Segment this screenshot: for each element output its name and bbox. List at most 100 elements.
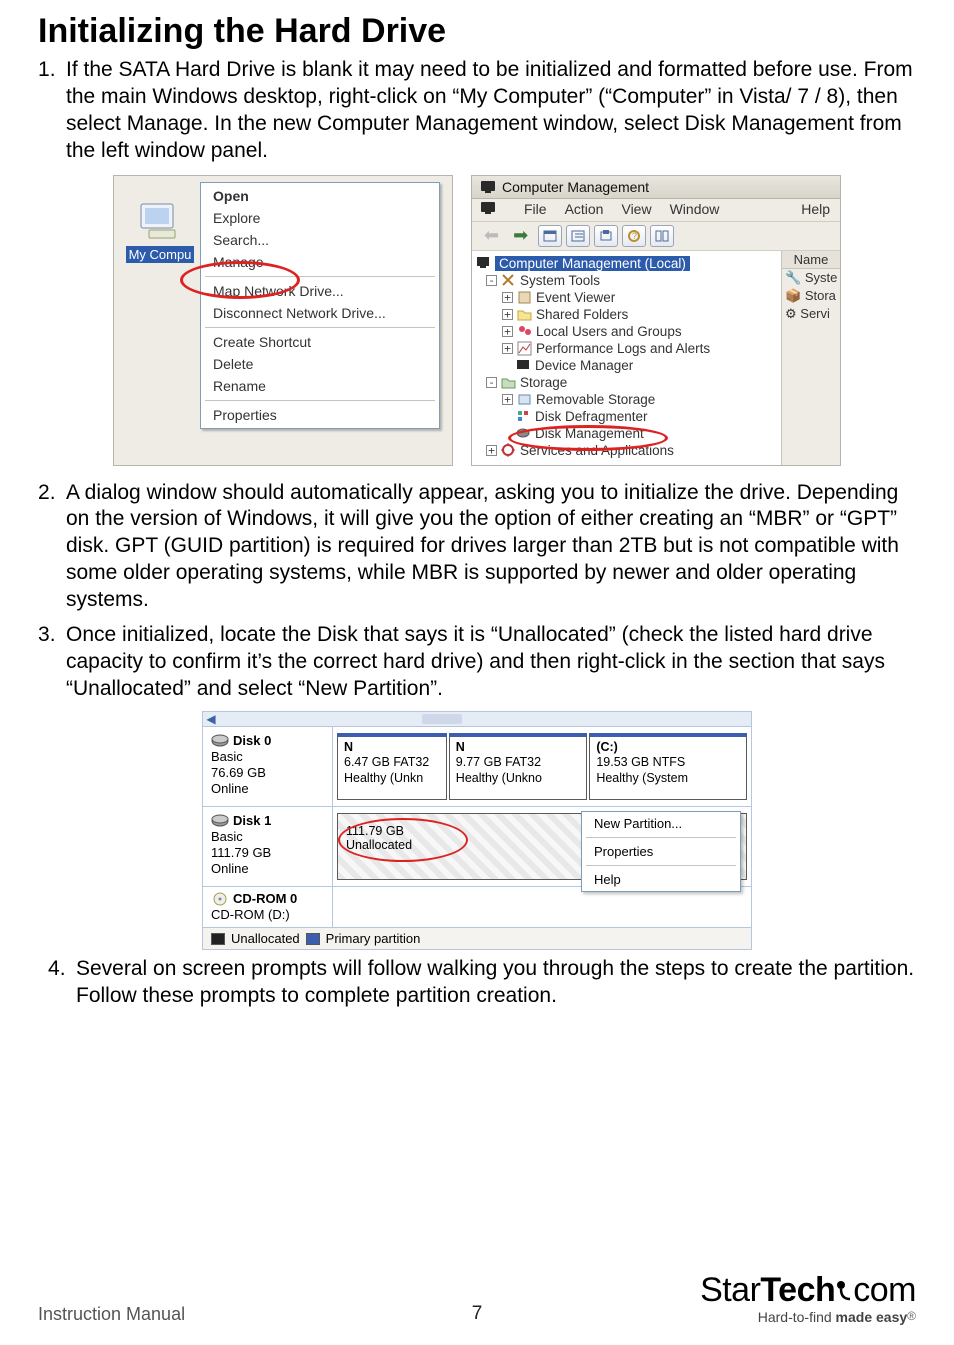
disk-row: Disk 0 Basic 76.69 GB Online N 6.47 GB F… [203, 727, 751, 807]
ctx-manage[interactable]: Manage [203, 251, 437, 273]
defrag-icon [516, 409, 531, 424]
collapse-icon[interactable]: - [486, 275, 497, 286]
page-number: 7 [472, 1303, 483, 1325]
toolbar-button[interactable] [538, 225, 562, 247]
tree-system-tools[interactable]: System Tools [520, 273, 600, 288]
volume-status: Healthy (System [596, 771, 740, 787]
ctx-explore[interactable]: Explore [203, 207, 437, 229]
collapse-icon[interactable]: - [486, 377, 497, 388]
forward-arrow-icon[interactable]: ➡ [507, 225, 534, 246]
ctx-disconnect-drive[interactable]: Disconnect Network Drive... [203, 302, 437, 324]
toolbar-button[interactable] [566, 225, 590, 247]
menu-help[interactable]: Help [801, 201, 830, 217]
menu-action[interactable]: Action [565, 201, 604, 217]
scroll-thumb[interactable] [422, 714, 462, 724]
ctx-map-drive[interactable]: Map Network Drive... [203, 280, 437, 302]
tree-performance[interactable]: Performance Logs and Alerts [536, 341, 710, 356]
tree-services[interactable]: Services and Applications [520, 443, 674, 458]
list-item[interactable]: ⚙ Servi [782, 305, 840, 323]
users-icon [517, 324, 532, 339]
back-arrow-icon[interactable]: ⬅ [480, 225, 503, 246]
expand-icon[interactable]: + [486, 445, 497, 456]
page-title: Initializing the Hard Drive [38, 12, 916, 51]
logo-part1: Star [700, 1271, 760, 1309]
svg-text:?: ? [632, 231, 637, 241]
toolbar-button[interactable]: ? [622, 225, 646, 247]
ctx-separator [586, 837, 736, 838]
ctx-separator [205, 276, 435, 277]
list-item[interactable]: 🔧 Syste [782, 269, 840, 287]
tagline-2: made easy [836, 1309, 908, 1325]
expand-icon[interactable]: + [502, 326, 513, 337]
tree-disk-management[interactable]: Disk Management [535, 426, 644, 441]
services-icon [501, 443, 516, 458]
toolbar-button[interactable] [650, 225, 674, 247]
tree-panel: Computer Management (Local) - System Tool… [472, 251, 782, 465]
computer-management-window: Computer Management File Action View Win… [471, 175, 841, 466]
expand-icon[interactable]: + [502, 343, 513, 354]
expand-icon[interactable]: + [502, 394, 513, 405]
ctx-new-partition[interactable]: New Partition... [582, 812, 740, 835]
tree-local-users[interactable]: Local Users and Groups [536, 324, 682, 339]
menu-window[interactable]: Window [670, 201, 720, 217]
legend: Unallocated Primary partition [202, 928, 752, 950]
monitor-icon [480, 201, 496, 215]
logo-dot-icon [835, 1277, 853, 1303]
list-item[interactable]: 📦 Stora [782, 287, 840, 305]
tree-shared-folders[interactable]: Shared Folders [536, 307, 628, 322]
menu-view[interactable]: View [621, 201, 651, 217]
legend-swatch-unallocated [211, 933, 225, 945]
volume-size: 6.47 GB FAT32 [344, 755, 440, 771]
scroll-left-icon[interactable]: ◀ [203, 712, 219, 726]
logo-part3: com [853, 1271, 916, 1309]
ctx-create-shortcut[interactable]: Create Shortcut [203, 331, 437, 353]
ctx-search[interactable]: Search... [203, 229, 437, 251]
volume[interactable]: (C:) 19.53 GB NTFS Healthy (System [589, 733, 747, 800]
storage-icon [501, 375, 516, 390]
ctx-help[interactable]: Help [582, 868, 740, 891]
tree-event-viewer[interactable]: Event Viewer [536, 290, 615, 305]
ctx-separator [205, 400, 435, 401]
manual-label: Instruction Manual [38, 1304, 185, 1325]
volume[interactable]: N 6.47 GB FAT32 Healthy (Unkn [337, 733, 447, 800]
disk1-status: Online [211, 861, 324, 877]
volume[interactable]: N 9.77 GB FAT32 Healthy (Unkno [449, 733, 588, 800]
toolbar-button[interactable] [594, 225, 618, 247]
folder-icon [517, 307, 532, 322]
ctx-properties[interactable]: Properties [203, 404, 437, 426]
step-4: Several on screen prompts will follow wa… [48, 956, 916, 1010]
volume-size: 9.77 GB FAT32 [456, 755, 581, 771]
tree-storage[interactable]: Storage [520, 375, 567, 390]
legend-primary: Primary partition [326, 931, 421, 946]
menu-file[interactable]: File [524, 201, 547, 217]
disk1-name: Disk 1 [211, 813, 324, 829]
removable-icon [517, 392, 532, 407]
tree-disk-defragmenter[interactable]: Disk Defragmenter [535, 409, 648, 424]
expand-icon[interactable]: + [502, 309, 513, 320]
steps-list: If the SATA Hard Drive is blank it may n… [38, 57, 916, 165]
ctx-properties[interactable]: Properties [582, 840, 740, 863]
window-title: Computer Management [502, 179, 649, 195]
horizontal-scrollbar[interactable]: ◀ [202, 711, 752, 727]
ctx-open[interactable]: Open [203, 185, 437, 207]
ctx-delete[interactable]: Delete [203, 353, 437, 375]
diskmgmt-icon [516, 426, 531, 441]
page-footer: Instruction Manual 7 StarTechcom Hard-to… [0, 1273, 954, 1325]
tree-removable-storage[interactable]: Removable Storage [536, 392, 655, 407]
volume-status: Healthy (Unkno [456, 771, 581, 787]
steps-list-cont: A dialog window should automatically app… [38, 480, 916, 703]
disk0-status: Online [211, 781, 324, 797]
steps-list-cont2: Several on screen prompts will follow wa… [38, 956, 916, 1010]
cdrom-name: CD-ROM 0 [211, 891, 324, 907]
ctx-rename[interactable]: Rename [203, 375, 437, 397]
mycomputer-panel: My Compu Open Explore Search... Manage M… [113, 175, 453, 466]
tree-device-manager[interactable]: Device Manager [535, 358, 633, 373]
volume-status: Healthy (Unkn [344, 771, 440, 787]
logo-part2: Tech [760, 1271, 835, 1309]
volume-label: (C:) [596, 740, 740, 756]
tree-root[interactable]: Computer Management (Local) [495, 256, 690, 271]
context-menu: Open Explore Search... Manage Map Networ… [200, 182, 440, 429]
context-menu-partition: New Partition... Properties Help [581, 811, 741, 892]
monitor-icon [476, 256, 491, 271]
expand-icon[interactable]: + [502, 292, 513, 303]
